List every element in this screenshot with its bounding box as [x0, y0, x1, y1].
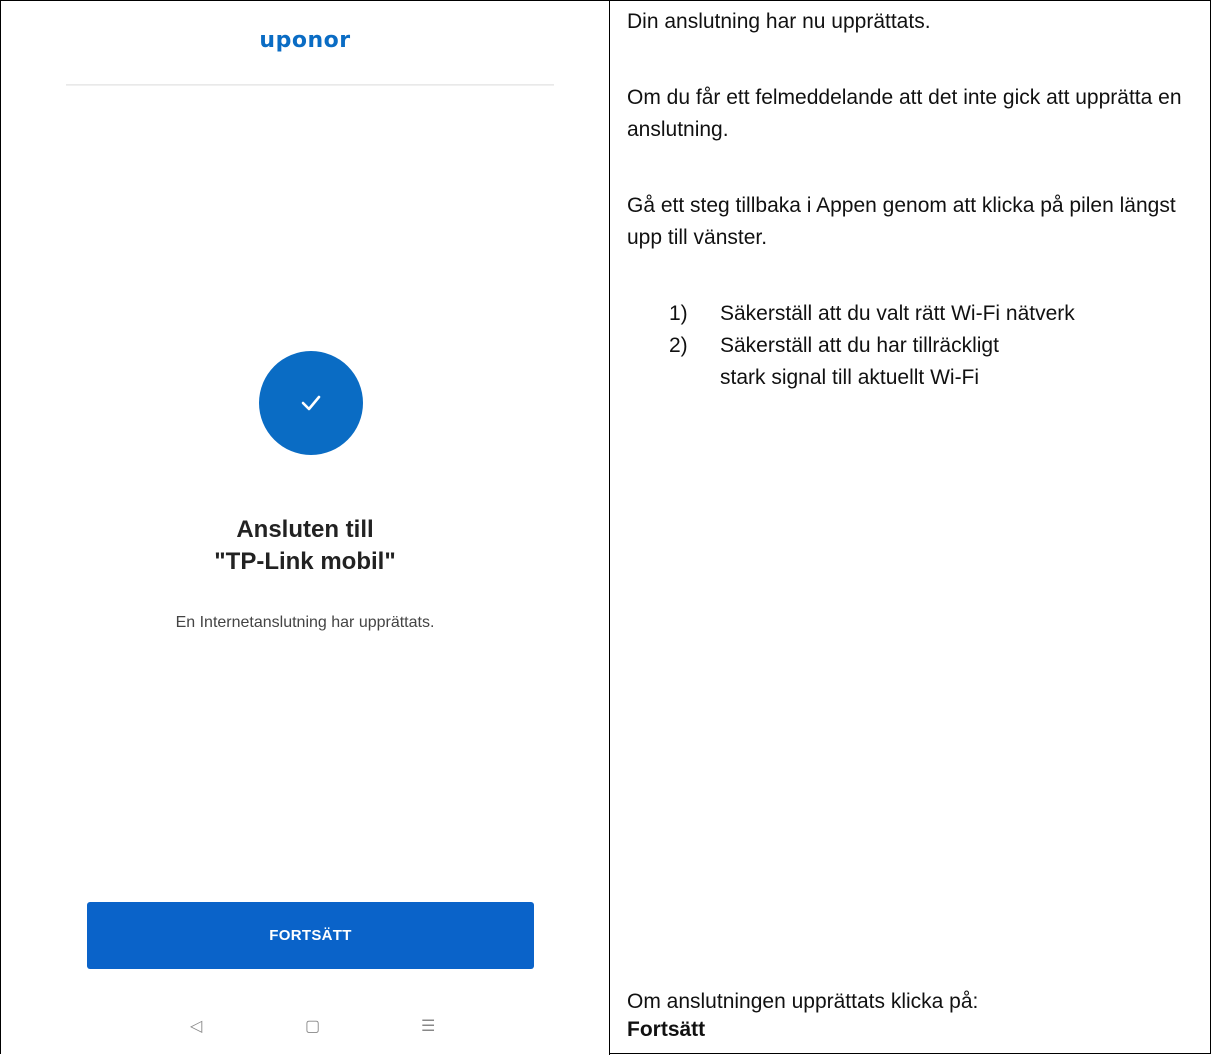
- instruction-para-2: Om du får ett felmeddelande att det inte…: [627, 86, 1182, 141]
- network-name: "TP-Link mobil": [214, 548, 396, 575]
- home-icon[interactable]: ▢: [305, 1016, 320, 1036]
- list-text: Säkerställ att du har tillräckligt stark…: [720, 334, 999, 389]
- footer-instruction: Om anslutningen upprättats klicka på:: [627, 990, 979, 1013]
- connection-title-line1: Ansluten till: [236, 516, 374, 543]
- instruction-para-3: Gå ett steg tillbaka i Appen genom att k…: [627, 194, 1176, 249]
- column-divider: [609, 0, 610, 1055]
- success-badge: [259, 351, 363, 455]
- list-number: 2): [669, 334, 688, 357]
- header-divider: [66, 84, 554, 86]
- checkmark-icon: [301, 395, 321, 411]
- list-text: Säkerställ att du valt rätt Wi-Fi nätver…: [720, 302, 1075, 325]
- list-number: 1): [669, 302, 688, 325]
- connection-subtitle: En Internetanslutning har upprättats.: [175, 614, 435, 631]
- connection-title: Ansluten till "TP-Link mobil": [1, 514, 609, 578]
- footer-continue-label: Fortsätt: [627, 1018, 706, 1041]
- back-icon[interactable]: ◁: [190, 1016, 202, 1036]
- continue-button[interactable]: FORTSÄTT: [87, 902, 534, 969]
- app-screen: uponor Ansluten till "TP-Link mobil" En …: [1, 1, 609, 1054]
- uponor-logo: uponor: [259, 28, 351, 53]
- instruction-para-1: Din anslutning har nu upprättats.: [627, 10, 931, 33]
- menu-icon[interactable]: ☰: [421, 1016, 435, 1036]
